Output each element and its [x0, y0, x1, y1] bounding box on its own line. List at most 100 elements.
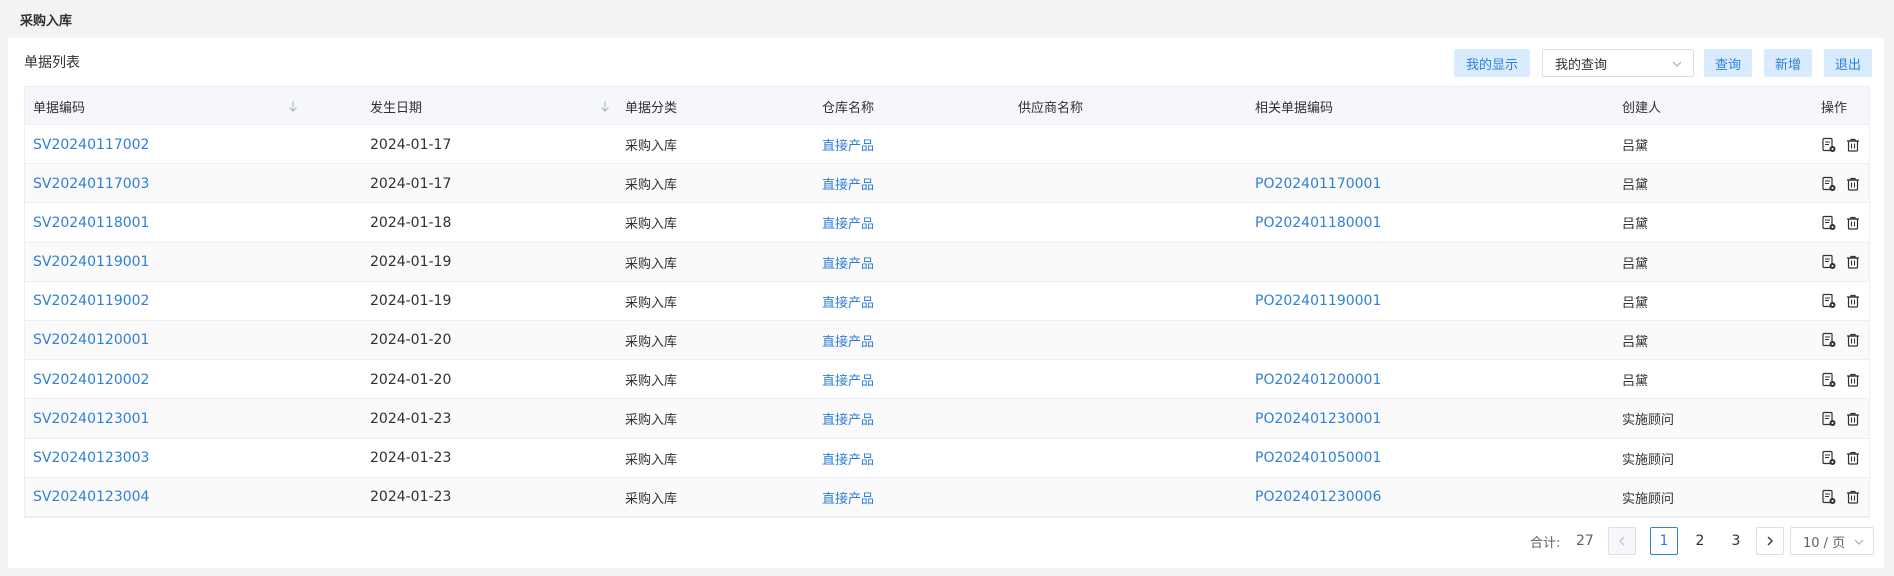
page-header: 采购入库 — [0, 0, 1894, 38]
related-code-link[interactable]: PO202401180001 — [1255, 203, 1381, 242]
type-cell: 采购入库 — [625, 452, 678, 468]
related-code-link[interactable]: PO202401230006 — [1255, 478, 1381, 517]
date-cell: 2024-01-19 — [370, 293, 452, 310]
view-doc-icon[interactable] — [1821, 137, 1837, 153]
creator-cell: 吕黛 — [1622, 178, 1649, 194]
query-button[interactable]: 查询 — [1704, 49, 1752, 77]
trash-icon[interactable] — [1845, 137, 1861, 153]
my-query-select[interactable]: 我的查询 — [1542, 49, 1694, 77]
related-code-link[interactable]: PO202401200001 — [1255, 360, 1381, 399]
trash-icon[interactable] — [1845, 489, 1861, 505]
actions-cell — [1821, 203, 1861, 242]
table-row: SV20240123003 2024-01-23 采购入库 直接产品 PO2024010… — [25, 438, 1869, 478]
related-code-link[interactable]: PO202401050001 — [1255, 439, 1381, 478]
document-code-link[interactable]: SV20240120002 — [33, 360, 149, 399]
column-header-related-code: 相关单据编码 — [1255, 100, 1334, 116]
warehouse-link[interactable]: 直接产品 — [822, 243, 874, 282]
date-cell: 2024-01-23 — [370, 489, 452, 506]
view-doc-icon[interactable] — [1821, 254, 1837, 270]
column-header-warehouse: 仓库名称 — [822, 100, 875, 116]
total-label: 合计: — [1530, 535, 1561, 551]
view-doc-icon[interactable] — [1821, 450, 1837, 466]
warehouse-link[interactable]: 直接产品 — [822, 321, 874, 360]
column-header-supplier: 供应商名称 — [1018, 100, 1084, 116]
exit-button[interactable]: 退出 — [1824, 49, 1872, 77]
creator-cell: 吕黛 — [1622, 334, 1649, 350]
creator-cell: 实施顾问 — [1622, 413, 1675, 429]
warehouse-link[interactable]: 直接产品 — [822, 164, 874, 203]
date-cell: 2024-01-23 — [370, 450, 452, 466]
date-cell: 2024-01-19 — [370, 254, 452, 271]
warehouse-link[interactable]: 直接产品 — [822, 399, 874, 438]
trash-icon[interactable] — [1845, 254, 1861, 270]
trash-icon[interactable] — [1845, 372, 1861, 388]
related-code-link[interactable]: PO202401190001 — [1255, 282, 1381, 321]
document-code-link[interactable]: SV20240123003 — [33, 439, 149, 478]
date-cell: 2024-01-18 — [370, 214, 452, 231]
document-code-link[interactable]: SV20240118001 — [33, 203, 149, 242]
date-cell: 2024-01-20 — [370, 371, 452, 388]
view-doc-icon[interactable] — [1821, 332, 1837, 348]
type-cell: 采购入库 — [625, 413, 678, 429]
related-code-link[interactable]: PO202401170001 — [1255, 164, 1381, 203]
column-header-code[interactable]: 单据编码 — [33, 87, 85, 125]
table-header: 单据编码 发生日期 单据分类 仓库名称 供应商名称 相关单据编码 创建人 操作 — [25, 87, 1869, 125]
date-cell: 2024-01-17 — [370, 175, 452, 192]
my-display-button[interactable]: 我的显示 — [1454, 49, 1530, 77]
warehouse-link[interactable]: 直接产品 — [822, 439, 874, 478]
actions-cell — [1821, 243, 1861, 282]
trash-icon[interactable] — [1845, 215, 1861, 231]
related-code-link[interactable]: PO202401230001 — [1255, 399, 1381, 438]
page-1-button[interactable]: 1 — [1650, 527, 1678, 555]
document-code-link[interactable]: SV20240123004 — [33, 478, 149, 517]
type-cell: 采购入库 — [625, 139, 678, 154]
view-doc-icon[interactable] — [1821, 372, 1837, 388]
document-code-link[interactable]: SV20240119001 — [33, 243, 149, 282]
view-doc-icon[interactable] — [1821, 293, 1837, 309]
trash-icon[interactable] — [1845, 450, 1861, 466]
view-doc-icon[interactable] — [1821, 489, 1837, 505]
page-2-button[interactable]: 2 — [1686, 527, 1714, 555]
sort-arrow-down-icon[interactable] — [287, 100, 299, 112]
actions-cell — [1821, 478, 1861, 517]
chevron-down-icon — [1672, 61, 1682, 67]
document-code-link[interactable]: SV20240123001 — [33, 399, 149, 438]
trash-icon[interactable] — [1845, 293, 1861, 309]
list-title: 单据列表 — [24, 55, 80, 71]
view-doc-icon[interactable] — [1821, 215, 1837, 231]
document-code-link[interactable]: SV20240117003 — [33, 164, 149, 203]
table-row: SV20240123004 2024-01-23 采购入库 直接产品 PO2024012… — [25, 477, 1869, 517]
view-doc-icon[interactable] — [1821, 176, 1837, 192]
trash-icon[interactable] — [1845, 176, 1861, 192]
trash-icon[interactable] — [1845, 411, 1861, 427]
creator-cell: 实施顾问 — [1622, 452, 1675, 468]
next-page-button[interactable] — [1756, 527, 1784, 555]
date-cell: 2024-01-17 — [370, 136, 452, 153]
table-row: SV20240117002 2024-01-17 采购入库 直接产品 吕黛 — [25, 125, 1869, 165]
view-doc-icon[interactable] — [1821, 411, 1837, 427]
sort-arrow-down-icon[interactable] — [599, 100, 611, 112]
document-table: 单据编码 发生日期 单据分类 仓库名称 供应商名称 相关单据编码 创建人 操作 … — [24, 86, 1870, 518]
warehouse-link[interactable]: 直接产品 — [822, 203, 874, 242]
warehouse-link[interactable]: 直接产品 — [822, 478, 874, 517]
document-code-link[interactable]: SV20240120001 — [33, 321, 149, 360]
actions-cell — [1821, 439, 1861, 478]
page-size-select[interactable]: 10 / 页 — [1790, 527, 1874, 555]
column-header-date[interactable]: 发生日期 — [370, 87, 422, 125]
table-body: SV20240117002 2024-01-17 采购入库 直接产品 吕黛 SV20240… — [25, 125, 1869, 517]
warehouse-link[interactable]: 直接产品 — [822, 282, 874, 321]
creator-cell: 吕黛 — [1622, 217, 1649, 233]
actions-cell — [1821, 125, 1861, 164]
actions-cell — [1821, 321, 1861, 360]
warehouse-link[interactable]: 直接产品 — [822, 125, 874, 164]
date-cell: 2024-01-23 — [370, 410, 452, 427]
table-row: SV20240123001 2024-01-23 采购入库 直接产品 PO2024012… — [25, 399, 1869, 439]
prev-page-button[interactable] — [1608, 527, 1636, 555]
actions-cell — [1821, 282, 1861, 321]
page-3-button[interactable]: 3 — [1722, 527, 1750, 555]
add-button[interactable]: 新增 — [1764, 49, 1812, 77]
document-code-link[interactable]: SV20240119002 — [33, 282, 149, 321]
trash-icon[interactable] — [1845, 332, 1861, 348]
warehouse-link[interactable]: 直接产品 — [822, 360, 874, 399]
document-code-link[interactable]: SV20240117002 — [33, 125, 149, 164]
